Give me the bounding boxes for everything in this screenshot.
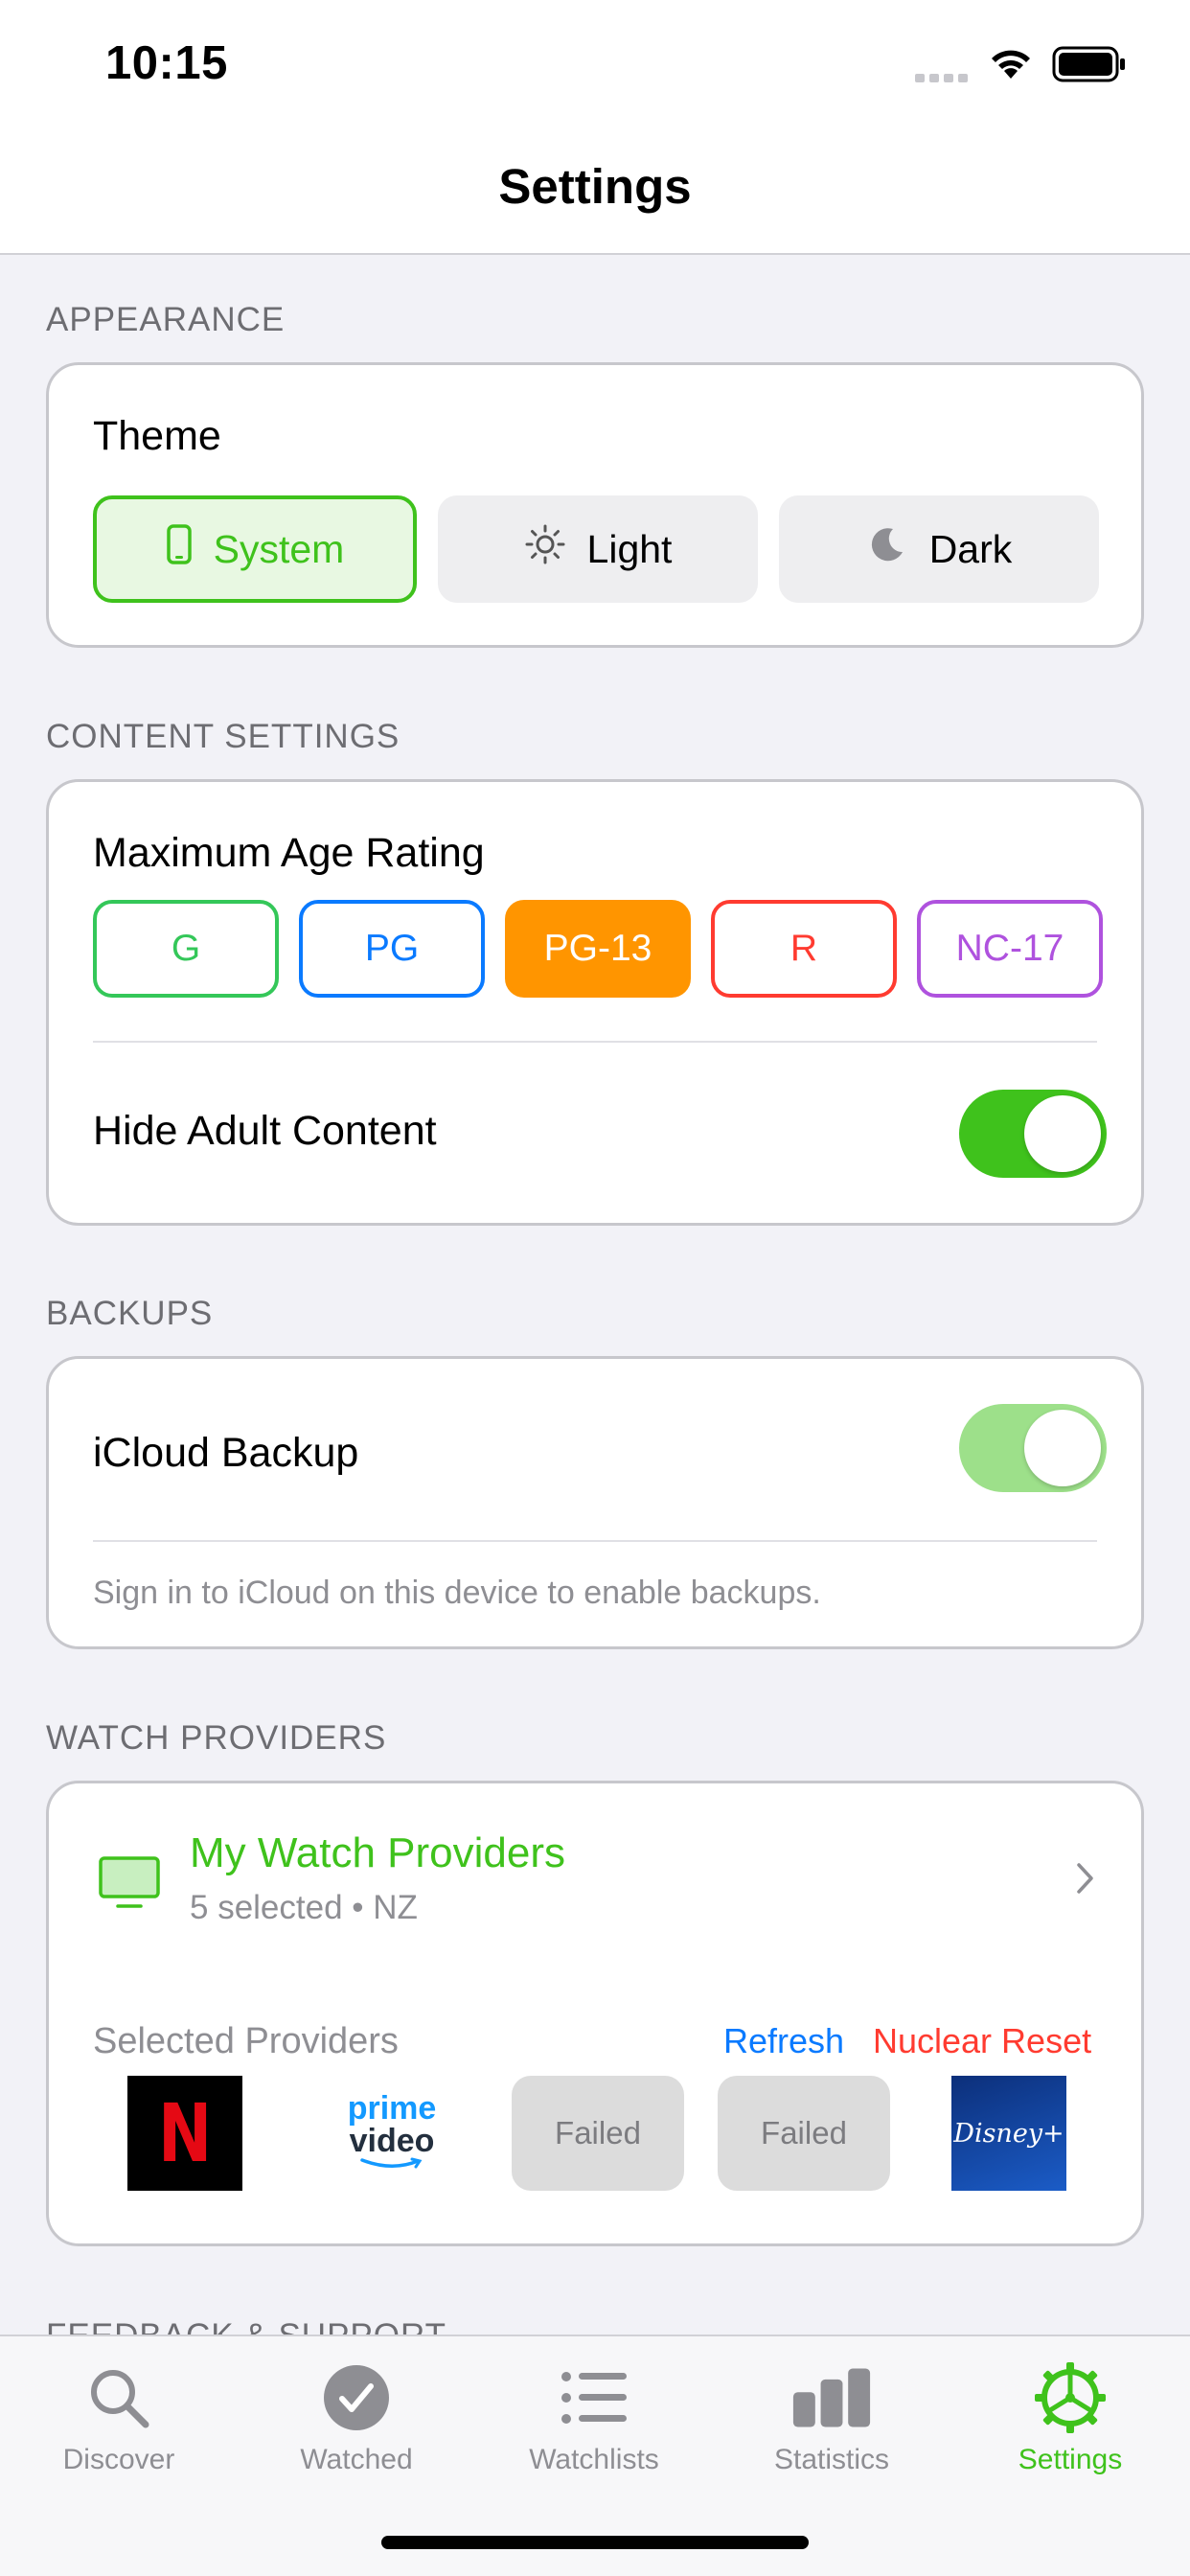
tab-label: Settings: [1018, 2444, 1123, 2475]
icloud-note: Sign in to iCloud on this device to enab…: [93, 1575, 821, 1611]
icloud-backup-toggle[interactable]: [959, 1404, 1107, 1492]
backups-card: iCloud Backup Sign in to iCloud on this …: [46, 1356, 1144, 1649]
moon-icon: [866, 523, 908, 575]
bar-chart-icon: [791, 2358, 872, 2438]
checkmark-circle-icon: [316, 2358, 397, 2438]
icloud-backup-label: iCloud Backup: [93, 1430, 359, 1476]
phone-icon: [166, 523, 193, 575]
divider: [93, 1041, 1097, 1043]
selected-providers-label: Selected Providers: [93, 2021, 399, 2061]
tab-watchlists[interactable]: Watchlists: [475, 2336, 713, 2499]
home-indicator: [381, 2536, 809, 2549]
tab-statistics[interactable]: Statistics: [713, 2336, 950, 2499]
settings-gear-icon: [1030, 2358, 1110, 2438]
nuclear-reset-link[interactable]: Nuclear Reset: [873, 2021, 1091, 2061]
provider-tile-disney-plus[interactable]: Disney+: [951, 2076, 1066, 2191]
rating-option-g[interactable]: G: [93, 900, 279, 998]
rating-option-pg[interactable]: PG: [299, 900, 485, 998]
theme-option-label: Light: [586, 526, 673, 571]
rating-option-pg13[interactable]: PG-13: [505, 900, 691, 998]
tab-label: Watchlists: [529, 2444, 659, 2475]
chevron-right-icon: [1076, 1862, 1095, 1899]
search-icon: [79, 2358, 159, 2438]
provider-tile-failed[interactable]: Failed: [512, 2076, 684, 2191]
content-settings-card: Maximum Age Rating G PG PG-13 R NC-17 Hi…: [46, 779, 1144, 1226]
provider-tile-netflix[interactable]: N: [127, 2076, 242, 2191]
provider-tile-failed[interactable]: Failed: [718, 2076, 890, 2191]
disney-plus-logo: Disney+: [953, 2118, 1064, 2149]
theme-option-system[interactable]: System: [93, 495, 417, 603]
tab-settings[interactable]: Settings: [950, 2336, 1190, 2499]
age-rating-label: Maximum Age Rating: [93, 830, 485, 876]
section-label-appearance: APPEARANCE: [46, 301, 286, 338]
page-title: Settings: [498, 159, 692, 214]
wifi-icon: [987, 44, 1035, 85]
divider: [93, 1540, 1097, 1542]
prime-video-logo: prime video: [347, 2090, 437, 2174]
my-watch-providers-row[interactable]: My Watch Providers 5 selected • NZ: [49, 1783, 1141, 1966]
theme-option-dark[interactable]: Dark: [779, 495, 1099, 603]
provider-tile-prime-video[interactable]: prime video: [334, 2076, 449, 2191]
toggle-knob: [1024, 1095, 1101, 1172]
sun-icon: [524, 523, 566, 575]
tab-label: Watched: [300, 2444, 413, 2475]
cellular-signal-icon: [915, 71, 969, 89]
theme-option-label: System: [213, 526, 345, 571]
theme-option-label: Dark: [928, 526, 1013, 571]
my-providers-subtitle: 5 selected • NZ: [190, 1889, 418, 1926]
theme-label: Theme: [93, 413, 221, 459]
hide-adult-toggle[interactable]: [959, 1090, 1107, 1178]
section-label-watch-providers: WATCH PROVIDERS: [46, 1719, 387, 1757]
section-label-content-settings: CONTENT SETTINGS: [46, 718, 400, 755]
section-label-backups: BACKUPS: [46, 1295, 214, 1332]
prime-video-logo-line2: video: [349, 2123, 435, 2159]
tab-label: Statistics: [773, 2444, 890, 2475]
battery-icon: [1052, 46, 1127, 87]
tab-watched[interactable]: Watched: [238, 2336, 475, 2499]
nav-header: 10:15 Settings: [0, 0, 1190, 255]
prime-smile-icon: [360, 2157, 423, 2169]
tv-icon: [99, 1856, 160, 1915]
toggle-knob: [1024, 1410, 1101, 1486]
refresh-link[interactable]: Refresh: [723, 2021, 844, 2061]
appearance-card: Theme System Light Dark: [46, 362, 1144, 648]
watch-providers-card: My Watch Providers 5 selected • NZ Selec…: [46, 1781, 1144, 2246]
tab-label: Discover: [62, 2444, 175, 2475]
tab-discover[interactable]: Discover: [0, 2336, 238, 2499]
rating-option-nc17[interactable]: NC-17: [917, 900, 1103, 998]
rating-option-r[interactable]: R: [711, 900, 897, 998]
my-providers-title: My Watch Providers: [190, 1829, 566, 1876]
list-icon: [554, 2358, 634, 2438]
status-time: 10:15: [105, 37, 228, 89]
theme-option-light[interactable]: Light: [438, 495, 758, 603]
hide-adult-label: Hide Adult Content: [93, 1108, 437, 1154]
netflix-logo: N: [157, 2086, 213, 2180]
prime-video-logo-line1: prime: [347, 2090, 437, 2127]
